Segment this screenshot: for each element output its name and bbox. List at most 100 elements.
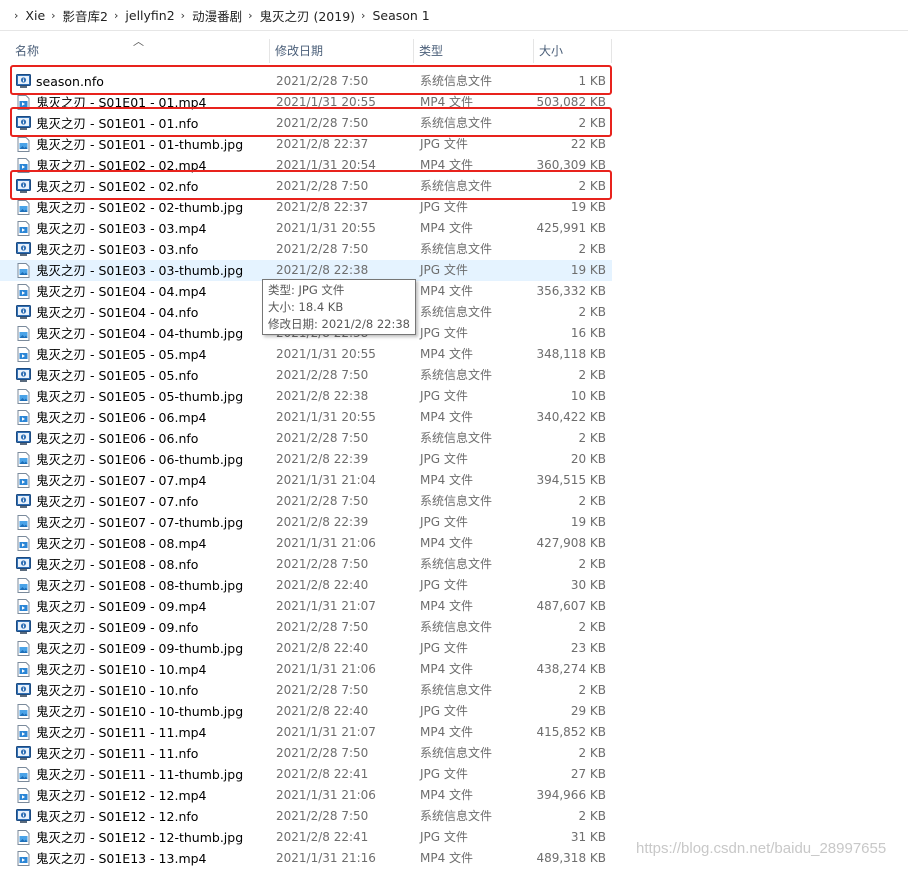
- file-row[interactable]: 鬼灭之刃 - S01E11 - 11-thumb.jpg 2021/2/8 22:…: [0, 764, 612, 785]
- breadcrumb-item[interactable]: Season 1: [372, 8, 429, 23]
- file-type: MP4 文件: [420, 851, 474, 865]
- file-row[interactable]: 鬼灭之刃 - S01E06 - 06.mp4 2021/1/31 20:55 MP4…: [0, 407, 612, 428]
- file-type: 系统信息文件: [420, 431, 493, 445]
- file-date: 2021/1/31 21:07: [276, 725, 376, 739]
- column-type[interactable]: 类型: [414, 39, 534, 63]
- file-row[interactable]: 鬼灭之刃 - S01E08 - 08.nfo 2021/2/28 7:50 系统信息…: [0, 554, 612, 575]
- file-row[interactable]: 鬼灭之刃 - S01E11 - 11.mp4 2021/1/31 21:07 MP4…: [0, 722, 612, 743]
- file-size: 2 KB: [578, 557, 606, 571]
- file-size: 2 KB: [578, 809, 606, 823]
- file-row[interactable]: 鬼灭之刃 - S01E02 - 02.nfo 2021/2/28 7:50 系统信息…: [0, 176, 612, 197]
- system-info-file-icon: [16, 494, 31, 509]
- image-file-icon: [16, 641, 31, 656]
- file-type: MP4 文件: [420, 599, 474, 613]
- file-row[interactable]: 鬼灭之刃 - S01E09 - 09.nfo 2021/2/28 7:50 系统信息…: [0, 617, 612, 638]
- image-file-icon: [16, 200, 31, 215]
- file-date: 2021/2/28 7:50: [276, 557, 369, 571]
- file-name: 鬼灭之刃 - S01E10 - 10.nfo: [36, 683, 199, 698]
- file-row[interactable]: season.nfo 2021/2/28 7:50 系统信息文件 1 KB: [0, 71, 612, 92]
- breadcrumb-item[interactable]: 鬼灭之刃 (2019): [260, 6, 356, 25]
- system-info-file-icon: [16, 242, 31, 257]
- file-row[interactable]: 鬼灭之刃 - S01E02 - 02.mp4 2021/1/31 20:54 MP4…: [0, 155, 612, 176]
- file-name: 鬼灭之刃 - S01E09 - 09.nfo: [36, 620, 199, 635]
- file-type: JPG 文件: [420, 389, 468, 403]
- file-type: MP4 文件: [420, 410, 474, 424]
- file-row[interactable]: 鬼灭之刃 - S01E12 - 12.nfo 2021/2/28 7:50 系统信息…: [0, 806, 612, 827]
- file-size: 340,422 KB: [536, 410, 606, 424]
- file-size: 31 KB: [570, 830, 606, 844]
- file-name: season.nfo: [36, 74, 104, 89]
- file-row[interactable]: 鬼灭之刃 - S01E09 - 09.mp4 2021/1/31 21:07 MP4…: [0, 596, 612, 617]
- file-row[interactable]: 鬼灭之刃 - S01E03 - 03.nfo 2021/2/28 7:50 系统信息…: [0, 239, 612, 260]
- chevron-right-icon[interactable]: ›: [14, 9, 18, 22]
- file-size: 19 KB: [570, 263, 606, 277]
- image-file-icon: [16, 326, 31, 341]
- file-row[interactable]: 鬼灭之刃 - S01E01 - 01.mp4 2021/1/31 20:55 MP4…: [0, 92, 612, 113]
- column-date[interactable]: 修改日期: [270, 39, 414, 63]
- column-name[interactable]: 名称: [10, 39, 270, 63]
- file-name: 鬼灭之刃 - S01E12 - 12-thumb.jpg: [36, 830, 244, 845]
- image-file-icon: [16, 830, 31, 845]
- file-name: 鬼灭之刃 - S01E05 - 05.mp4: [36, 347, 207, 362]
- file-name: 鬼灭之刃 - S01E06 - 06.nfo: [36, 431, 199, 446]
- file-row[interactable]: 鬼灭之刃 - S01E06 - 06.nfo 2021/2/28 7:50 系统信息…: [0, 428, 612, 449]
- column-header: ︿ 名称 修改日期 类型 大小: [0, 35, 612, 63]
- file-row[interactable]: 鬼灭之刃 - S01E09 - 09-thumb.jpg 2021/2/8 22:…: [0, 638, 612, 659]
- file-row[interactable]: 鬼灭之刃 - S01E07 - 07.mp4 2021/1/31 21:04 MP4…: [0, 470, 612, 491]
- file-row[interactable]: 鬼灭之刃 - S01E05 - 05-thumb.jpg 2021/2/8 22:…: [0, 386, 612, 407]
- file-row[interactable]: 鬼灭之刃 - S01E08 - 08.mp4 2021/1/31 21:06 MP4…: [0, 533, 612, 554]
- file-row[interactable]: 鬼灭之刃 - S01E05 - 05.mp4 2021/1/31 20:55 MP4…: [0, 344, 612, 365]
- file-row[interactable]: 鬼灭之刃 - S01E11 - 11.nfo 2021/2/28 7:50 系统信息…: [0, 743, 612, 764]
- image-file-icon: [16, 137, 31, 152]
- breadcrumb-item[interactable]: Xie: [25, 8, 45, 23]
- breadcrumb-item[interactable]: jellyfin2: [125, 8, 174, 23]
- file-date: 2021/1/31 21:06: [276, 536, 376, 550]
- file-type: 系统信息文件: [420, 746, 493, 760]
- file-row[interactable]: 鬼灭之刃 - S01E01 - 01.nfo 2021/2/28 7:50 系统信息…: [0, 113, 612, 134]
- file-row[interactable]: 鬼灭之刃 - S01E10 - 10-thumb.jpg 2021/2/8 22:…: [0, 701, 612, 722]
- file-name: 鬼灭之刃 - S01E04 - 04.mp4: [36, 284, 207, 299]
- file-date: 2021/2/8 22:38: [276, 263, 369, 277]
- file-name: 鬼灭之刃 - S01E03 - 03.nfo: [36, 242, 199, 257]
- file-name: 鬼灭之刃 - S01E03 - 03-thumb.jpg: [36, 263, 244, 278]
- file-row[interactable]: 鬼灭之刃 - S01E07 - 07.nfo 2021/2/28 7:50 系统信息…: [0, 491, 612, 512]
- video-file-icon: [16, 851, 31, 866]
- chevron-right-icon[interactable]: ›: [114, 9, 118, 22]
- file-date: 2021/2/8 22:37: [276, 137, 369, 151]
- chevron-right-icon[interactable]: ›: [248, 9, 252, 22]
- breadcrumb-item[interactable]: 影音库2: [63, 6, 108, 25]
- file-size: 438,274 KB: [536, 662, 606, 676]
- file-row[interactable]: 鬼灭之刃 - S01E13 - 13.mp4 2021/1/31 21:16 MP4…: [0, 848, 612, 869]
- file-row[interactable]: 鬼灭之刃 - S01E01 - 01-thumb.jpg 2021/2/8 22:…: [0, 134, 612, 155]
- file-row[interactable]: 鬼灭之刃 - S01E12 - 12-thumb.jpg 2021/2/8 22:…: [0, 827, 612, 848]
- chevron-right-icon[interactable]: ›: [361, 9, 365, 22]
- file-row[interactable]: 鬼灭之刃 - S01E07 - 07-thumb.jpg 2021/2/8 22:…: [0, 512, 612, 533]
- chevron-right-icon[interactable]: ›: [181, 9, 185, 22]
- file-row[interactable]: 鬼灭之刃 - S01E03 - 03.mp4 2021/1/31 20:55 MP4…: [0, 218, 612, 239]
- column-size[interactable]: 大小: [534, 39, 612, 63]
- file-row[interactable]: 鬼灭之刃 - S01E12 - 12.mp4 2021/1/31 21:06 MP4…: [0, 785, 612, 806]
- file-name: 鬼灭之刃 - S01E01 - 01.nfo: [36, 116, 199, 131]
- file-row[interactable]: 鬼灭之刃 - S01E10 - 10.mp4 2021/1/31 21:06 MP4…: [0, 659, 612, 680]
- file-name: 鬼灭之刃 - S01E02 - 02.nfo: [36, 179, 199, 194]
- file-size: 425,991 KB: [536, 221, 606, 235]
- file-date: 2021/2/28 7:50: [276, 74, 369, 88]
- file-row[interactable]: 鬼灭之刃 - S01E10 - 10.nfo 2021/2/28 7:50 系统信息…: [0, 680, 612, 701]
- video-file-icon: [16, 473, 31, 488]
- breadcrumb-item[interactable]: 动漫番剧: [192, 6, 242, 25]
- file-row[interactable]: 鬼灭之刃 - S01E03 - 03-thumb.jpg 2021/2/8 22:…: [0, 260, 612, 281]
- file-size: 2 KB: [578, 305, 606, 319]
- file-row[interactable]: 鬼灭之刃 - S01E06 - 06-thumb.jpg 2021/2/8 22:…: [0, 449, 612, 470]
- file-size: 20 KB: [570, 452, 606, 466]
- file-name: 鬼灭之刃 - S01E12 - 12.mp4: [36, 788, 207, 803]
- file-row[interactable]: 鬼灭之刃 - S01E02 - 02-thumb.jpg 2021/2/8 22:…: [0, 197, 612, 218]
- file-size: 2 KB: [578, 116, 606, 130]
- chevron-right-icon[interactable]: ›: [51, 9, 55, 22]
- file-date: 2021/1/31 21:06: [276, 788, 376, 802]
- file-row[interactable]: 鬼灭之刃 - S01E05 - 05.nfo 2021/2/28 7:50 系统信息…: [0, 365, 612, 386]
- file-row[interactable]: 鬼灭之刃 - S01E08 - 08-thumb.jpg 2021/2/8 22:…: [0, 575, 612, 596]
- file-type: 系统信息文件: [420, 74, 493, 88]
- file-date: 2021/2/28 7:50: [276, 809, 369, 823]
- file-name: 鬼灭之刃 - S01E04 - 04.nfo: [36, 305, 199, 320]
- video-file-icon: [16, 284, 31, 299]
